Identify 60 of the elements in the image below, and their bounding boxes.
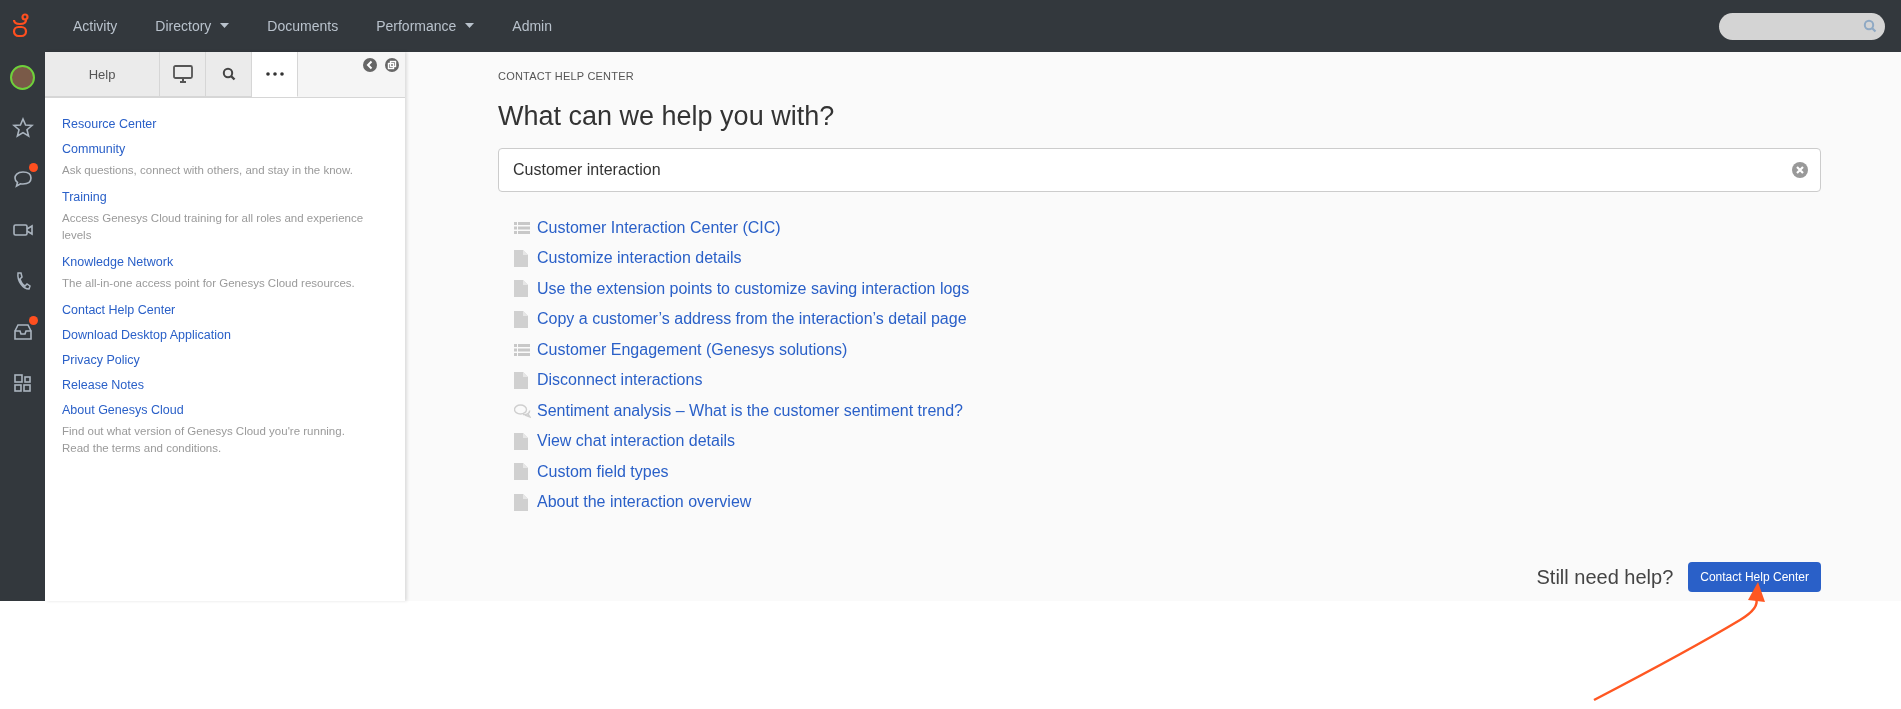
page-label: CONTACT HELP CENTER	[498, 70, 635, 82]
nav-link[interactable]: Admin	[493, 18, 571, 34]
help-link[interactable]: Community	[62, 142, 126, 156]
document-icon	[514, 493, 528, 511]
star-icon[interactable]	[11, 117, 34, 139]
document-icon	[514, 249, 528, 267]
nav-link[interactable]: Performance	[357, 18, 494, 34]
help-link[interactable]: Release Notes	[62, 378, 144, 392]
search-icon	[1863, 19, 1877, 33]
document-icon	[514, 371, 528, 389]
link-description: Find out what version of Genesys Cloud you're running. Read the terms and conditions.	[62, 424, 346, 456]
result-link[interactable]: Customer Engagement (Genesys solutions)	[537, 340, 848, 359]
result-link[interactable]: Sentiment analysis – What is the customer sentiment trend?	[537, 401, 963, 420]
speech-bubbles-icon	[514, 403, 531, 418]
page-heading: What can we help you with?	[498, 101, 836, 132]
result-link[interactable]: Use the extension points to customize saving interaction logs	[537, 279, 970, 298]
link-description: Access Genesys Cloud training for all roles and experience levels	[62, 211, 365, 243]
result-link[interactable]: Copy a customer’s address from the interaction’s detail page	[537, 310, 967, 329]
help-link[interactable]: Download Desktop Application	[62, 328, 231, 342]
document-icon	[514, 280, 528, 298]
help-link[interactable]: Privacy Policy	[62, 353, 140, 367]
help-link[interactable]: Knowledge Network	[62, 255, 174, 269]
help-prompt: Still need help?	[1536, 565, 1674, 589]
help-link[interactable]: Resource Center	[62, 117, 157, 131]
clear-icon[interactable]	[1792, 162, 1808, 178]
nav-link[interactable]: Activity	[54, 18, 137, 34]
search-field[interactable]: Customer interaction	[498, 148, 1821, 192]
result-link[interactable]: View chat interaction details	[537, 432, 736, 451]
collapse-icon[interactable]	[363, 58, 377, 72]
document-icon	[514, 310, 528, 328]
result-link[interactable]: About the interaction overview	[537, 493, 752, 512]
help-link[interactable]: About Genesys Cloud	[62, 403, 184, 417]
monitor-tab[interactable]	[160, 52, 206, 97]
document-icon	[514, 463, 528, 481]
popout-icon[interactable]	[385, 58, 399, 72]
avatar[interactable]	[10, 64, 35, 90]
nav-link[interactable]: Directory	[136, 18, 249, 34]
inbox-icon[interactable]	[11, 321, 34, 343]
search-tab[interactable]	[206, 52, 252, 97]
result-link[interactable]: Custom field types	[537, 462, 669, 481]
logo-icon	[12, 13, 30, 39]
search-icon	[221, 67, 236, 81]
global-search-field[interactable]	[1719, 12, 1885, 40]
apps-icon[interactable]	[11, 372, 34, 394]
contact-help-center-button[interactable]: Contact Help Center	[1688, 562, 1821, 592]
list-icon	[514, 221, 530, 234]
more-icon	[265, 72, 284, 76]
speech-bubble-icon[interactable]	[11, 168, 34, 190]
result-link[interactable]: Disconnect interactions	[537, 371, 703, 390]
result-link[interactable]: Customize interaction details	[537, 249, 742, 268]
help-link[interactable]: Contact Help Center	[62, 303, 176, 317]
document-icon	[514, 432, 528, 450]
help-tab[interactable]: Help	[45, 52, 160, 97]
link-description: Ask questions, connect with others, and stay in the know.	[62, 163, 354, 178]
monitor-icon	[172, 65, 193, 83]
help-link[interactable]: Training	[62, 190, 107, 204]
list-icon	[514, 343, 530, 356]
link-description: The all-in-one access point for Genesys Cloud resources.	[62, 276, 356, 291]
nav-link[interactable]: Documents	[248, 18, 358, 34]
result-link[interactable]: Customer Interaction Center (CIC)	[537, 218, 781, 237]
